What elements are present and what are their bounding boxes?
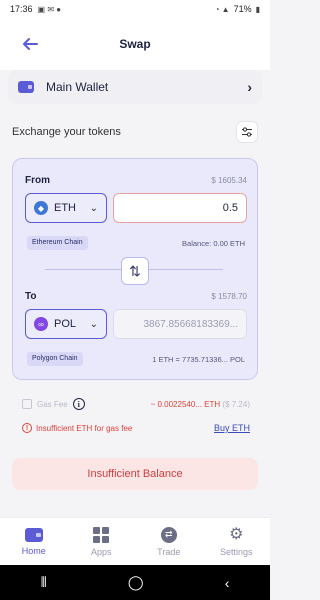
info-icon[interactable]: i <box>72 398 85 410</box>
status-time: 17:36 <box>10 4 33 14</box>
from-amount-input[interactable] <box>113 193 247 223</box>
battery-icon: ▮ <box>255 4 260 14</box>
gas-fee-value-group: ~ 0.0022540... ETH ($ 7.24) <box>151 400 250 409</box>
tab-apps[interactable]: Apps <box>68 518 136 565</box>
wallet-icon <box>24 527 43 542</box>
wallet-name: Main Wallet <box>46 80 109 94</box>
to-label: To <box>25 291 37 302</box>
status-bar: 17:36 ▣ ✉ ● ◔ ▲ 71% ▮ <box>0 0 270 18</box>
gas-fee-usd: ($ 7.24) <box>222 399 250 409</box>
from-token-selector[interactable]: ◆ ETH ⌄ <box>25 193 107 223</box>
to-chain-badge: Polygon Chain <box>27 352 83 366</box>
action-label: Insufficient Balance <box>87 468 183 480</box>
to-header: To $ 1578.70 <box>25 291 247 302</box>
from-balance: Balance: 0.00 ETH <box>182 239 245 248</box>
from-header: From $ 1605.34 <box>25 175 247 186</box>
system-nav-bar: ⦀ ◯ ‹ <box>0 565 270 600</box>
recents-button[interactable]: ⦀ <box>41 574 47 591</box>
app-header: Swap <box>0 18 270 70</box>
tab-settings[interactable]: ⚙ Settings <box>203 518 271 565</box>
insufficient-balance-button[interactable]: Insufficient Balance <box>12 458 258 490</box>
back-button[interactable] <box>18 32 42 56</box>
bottom-tab-bar: Home Apps ⇄ Trade ⚙ Settings <box>0 517 270 565</box>
home-button[interactable]: ◯ <box>128 574 144 591</box>
swap-direction-button[interactable]: ⇅ <box>121 257 149 285</box>
to-usd-value: $ 1578.70 <box>211 292 247 301</box>
alert-icon: ! <box>22 423 32 433</box>
tab-label: Apps <box>90 546 112 557</box>
exchange-header: Exchange your tokens <box>12 120 258 144</box>
chevron-right-icon: › <box>247 79 252 95</box>
swap-arrows-icon: ⇅ <box>129 262 141 279</box>
swap-settings-button[interactable] <box>236 121 258 143</box>
gas-fee-value: ~ 0.0022540... ETH <box>150 399 221 409</box>
status-right: ◔ ▲ 71% ▮ <box>215 4 260 14</box>
page-title: Swap <box>119 37 151 51</box>
to-token-label: POL <box>54 318 77 330</box>
gas-fee-row: Gas Fee i ~ 0.0022540... ETH ($ 7.24) <box>22 398 250 410</box>
swap-card: From $ 1605.34 ◆ ETH ⌄ Ethereum Chain Ba… <box>12 158 258 380</box>
tab-label: Trade <box>157 546 181 557</box>
exchange-title: Exchange your tokens <box>12 126 121 138</box>
gear-icon: ⚙ <box>229 525 244 543</box>
grid-icon <box>93 526 110 543</box>
error-row: ! Insufficient ETH for gas fee Buy ETH <box>22 423 250 433</box>
from-chain-badge: Ethereum Chain <box>27 236 88 250</box>
pol-logo-icon: ∞ <box>34 317 48 331</box>
error-message-group: ! Insufficient ETH for gas fee <box>22 423 132 433</box>
wallet-icon <box>18 81 34 93</box>
wallet-selector[interactable]: Main Wallet › <box>8 70 262 104</box>
back-nav-button[interactable]: ‹ <box>225 575 230 591</box>
chevron-down-icon: ⌄ <box>89 202 98 214</box>
gas-fee-label-group: Gas Fee i <box>22 398 85 410</box>
signal-icon: ◔ ▲ <box>214 4 230 14</box>
from-token-label: ETH <box>54 202 76 214</box>
notification-icons: ▣ ✉ ● <box>37 4 62 14</box>
tab-home[interactable]: Home <box>0 518 68 565</box>
sliders-icon <box>242 127 252 137</box>
fuel-icon <box>22 399 32 409</box>
status-left: 17:36 ▣ ✉ ● <box>10 4 61 14</box>
tab-label: Home <box>21 545 46 556</box>
arrow-left-icon <box>23 38 38 50</box>
battery-level: 71% <box>233 4 252 14</box>
from-label: From <box>25 175 50 186</box>
to-token-selector[interactable]: ∞ POL ⌄ <box>25 309 107 339</box>
eth-logo-icon: ◆ <box>34 201 48 215</box>
gas-fee-label: Gas Fee <box>37 399 68 409</box>
from-usd-value: $ 1605.34 <box>211 176 247 185</box>
buy-eth-link[interactable]: Buy ETH <box>214 423 250 433</box>
exchange-rate: 1 ETH = 7735.71336... POL <box>152 355 245 364</box>
trade-icon: ⇄ <box>160 526 177 543</box>
chevron-down-icon: ⌄ <box>89 318 98 330</box>
to-amount-output: 3867.85668183369... <box>113 309 247 339</box>
error-message: Insufficient ETH for gas fee <box>36 423 133 433</box>
tab-trade[interactable]: ⇄ Trade <box>135 518 203 565</box>
tab-label: Settings <box>219 546 253 557</box>
